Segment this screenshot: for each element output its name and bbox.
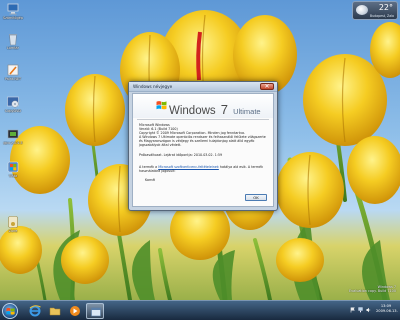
gadget-temperature: 22° <box>378 3 393 12</box>
desktop-icon-label: gpu-z.0.4.3 <box>3 141 23 145</box>
desktop-icon-label: Számítógép <box>2 16 24 20</box>
close-icon: ✕ <box>264 83 270 90</box>
dialog-titlebar[interactable]: Windows névjegye ✕ <box>129 82 277 92</box>
computer-icon <box>7 3 19 15</box>
windows-logo-icon <box>6 307 15 315</box>
desktop-icon-label: Paint.NET <box>4 77 22 81</box>
desktop-icon-label: Lomtár <box>6 46 19 50</box>
start-button[interactable] <box>2 303 18 319</box>
taskbar-internet-explorer[interactable] <box>26 303 44 319</box>
system-clock[interactable]: 13:09 2009.06.13. <box>376 304 398 314</box>
desktop-icon-copydvd[interactable]: CopyDVD <box>1 95 25 113</box>
notification-area: 13:09 2009.06.13. <box>336 304 398 318</box>
network-icon[interactable] <box>358 307 363 313</box>
volume-icon[interactable] <box>366 307 371 313</box>
watermark-line2: Evaluation copy. Build 7100 <box>349 289 396 293</box>
desktop-icon-label: Vista <box>8 174 18 178</box>
dialog-client: Windows 7 Ultimate Microsoft Windows Ver… <box>132 93 274 207</box>
brand-number: 7 <box>220 102 228 117</box>
desktop-icon-paint[interactable]: Paint.NET <box>1 63 25 81</box>
system-window-icon <box>91 307 101 317</box>
desktop-icon-label: CopyDVD <box>4 109 22 113</box>
media-player-icon <box>70 306 80 316</box>
windows-banner: Windows 7 Ultimate <box>133 94 273 118</box>
taskbar: 13:09 2009.06.13. <box>0 300 400 320</box>
vista-icon <box>7 161 19 173</box>
internet-explorer-icon <box>29 305 41 317</box>
desktop-icon-computer[interactable]: Számítógép <box>1 2 25 20</box>
separator <box>137 119 269 120</box>
taskbar-active-window[interactable] <box>86 303 104 319</box>
licensed-user: Kornél <box>145 178 156 182</box>
ok-button[interactable]: OK <box>245 194 267 201</box>
cd-copy-icon <box>7 96 19 108</box>
windows-logo-icon <box>156 101 167 110</box>
taskbar-explorer[interactable] <box>46 303 64 319</box>
brand-edition: Ultimate <box>233 107 261 116</box>
close-button[interactable]: ✕ <box>260 83 274 90</box>
zune-icon <box>8 216 18 228</box>
dialog-title: Windows névjegye <box>133 84 173 89</box>
taskbar-media-player[interactable] <box>66 303 84 319</box>
cloud-icon <box>356 5 368 15</box>
brand-word: Windows <box>169 105 216 117</box>
recycle-bin-icon <box>9 34 17 46</box>
desktop-icon-label: Zune <box>8 229 18 233</box>
gpu-z-icon <box>7 129 19 139</box>
clock-date: 2009.06.13. <box>376 309 398 313</box>
windows-brand: Windows 7 Ultimate <box>169 99 261 118</box>
desktop-icon-vista[interactable]: Vista <box>1 160 25 178</box>
flag-notification-icon[interactable] <box>350 307 355 313</box>
desktop-icon-recycle-bin[interactable]: Lomtár <box>1 32 25 50</box>
desktop-icon-zune[interactable]: Zune <box>1 215 25 233</box>
gadget-location: Budapest, Zala <box>369 14 394 18</box>
about-windows-dialog: Windows névjegye ✕ Windows 7 Ultimate Mi… <box>128 81 278 211</box>
weather-gadget[interactable]: 22° Budapest, Zala <box>352 1 398 20</box>
paint-icon <box>7 64 19 76</box>
license-text: A termék a Microsoft szoftverlicenc-felt… <box>139 165 268 173</box>
folder-icon <box>49 307 61 316</box>
expiry-text: Próbaváltozat. Lejárat időpontja: 2010.0… <box>139 153 223 157</box>
description-text: A Windows 7 Ultimate operációs rendszer … <box>139 135 266 148</box>
desktop-icon-gpu-z[interactable]: gpu-z.0.4.3 <box>1 127 25 145</box>
